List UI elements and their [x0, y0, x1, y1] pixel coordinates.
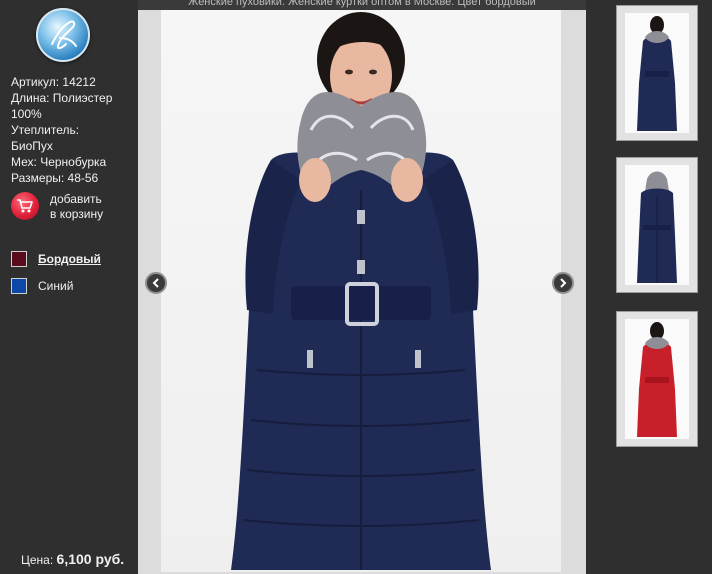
previous-image-button[interactable] — [145, 272, 167, 294]
chevron-right-icon — [560, 278, 567, 288]
product-thumbnail-front-navy — [637, 16, 677, 131]
product-thumbnail-back-navy — [637, 171, 677, 283]
spec-filler-value: БиоПух — [11, 139, 53, 153]
thumbnail-2[interactable] — [616, 157, 698, 293]
spec-filler: Утеплитель: — [11, 123, 80, 137]
spec-length: Длина: Полиэстер — [11, 91, 113, 105]
logo-monogram-icon — [51, 20, 77, 50]
add-to-cart-line1: добавить — [50, 192, 102, 206]
thumbnail-strip — [586, 0, 712, 574]
main-product-photo[interactable] — [161, 10, 561, 572]
thumbnail-1[interactable] — [616, 5, 698, 141]
spec-article: Артикул: 14212 — [11, 75, 96, 89]
add-to-cart-label: добавить в корзину — [50, 192, 103, 222]
product-thumbnail-front-red — [637, 322, 677, 437]
product-specs: Артикул: 14212 Длина: Полиэстер 100% Уте… — [11, 74, 133, 186]
price: Цена: 6,100 руб. — [21, 551, 124, 567]
spec-fur: Мех: Чернобурка — [11, 155, 107, 169]
thumbnail-3[interactable] — [616, 311, 698, 447]
shopping-cart-icon — [11, 192, 39, 220]
spec-sizes: Размеры: 48-56 — [11, 171, 99, 185]
main-product-image-frame: Женские пуховики. Женские куртки оптом в… — [138, 0, 586, 574]
price-label: Цена: — [21, 553, 54, 567]
color-label-burgundy: Бордовый — [38, 252, 101, 266]
next-image-button[interactable] — [552, 272, 574, 294]
thumbnail-1-image — [625, 13, 689, 133]
color-label-blue: Синий — [38, 279, 74, 293]
product-info-panel: Артикул: 14212 Длина: Полиэстер 100% Уте… — [0, 0, 138, 574]
thumbnail-3-image — [625, 319, 689, 439]
add-to-cart-button[interactable]: добавить в корзину — [11, 192, 136, 224]
price-value: 6,100 руб. — [56, 551, 125, 567]
brand-logo[interactable] — [36, 8, 90, 62]
chevron-left-icon — [152, 278, 159, 288]
image-caption: Женские пуховики. Женские куртки оптом в… — [138, 0, 586, 10]
woman-in-navy-coat-illustration — [231, 12, 491, 570]
add-to-cart-line2: в корзину — [50, 207, 104, 221]
color-swatch-burgundy — [11, 251, 27, 267]
thumbnail-2-image — [625, 165, 689, 285]
color-swatch-blue — [11, 278, 27, 294]
spec-length-cont: 100% — [11, 107, 42, 121]
